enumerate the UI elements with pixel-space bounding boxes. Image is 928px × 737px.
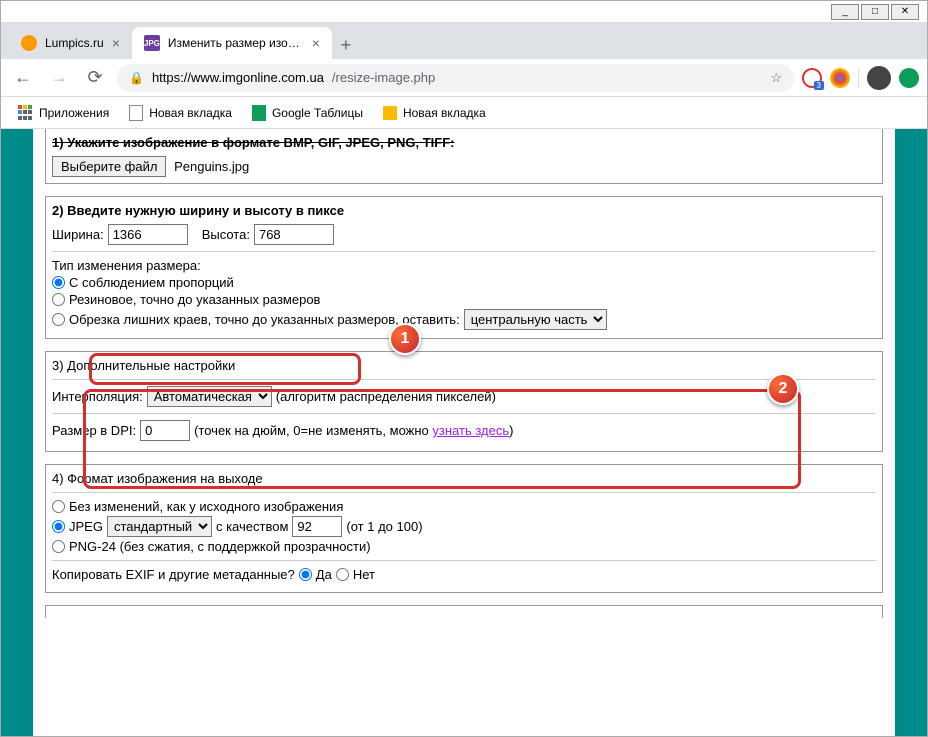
back-button[interactable]: ← [9,64,37,92]
new-tab-button[interactable]: + [332,31,360,59]
section-title: 3) Дополнительные настройки [52,358,876,373]
crop-position-select[interactable]: центральную часть [464,309,607,330]
dpi-hint: (точек на дюйм, 0=не изменять, можно узн… [194,423,513,438]
height-label: Высота: [202,227,250,242]
url-field[interactable]: 🔒 https://www.imgonline.com.ua/resize-im… [117,64,794,92]
section-file-upload: 1) Укажите изображение в формате BMP, GI… [45,129,883,184]
radio-label: Нет [353,567,375,582]
bookmark-item[interactable]: Новая вкладка [121,101,240,125]
tab-lumpics[interactable]: Lumpics.ru × [9,27,132,59]
extension-icon[interactable] [899,68,919,88]
tab-title: Изменить размер изображения [168,36,304,50]
forward-button[interactable]: → [45,64,73,92]
tab-title: Lumpics.ru [45,36,104,50]
chosen-file-name: Penguins.jpg [174,159,249,174]
bookmark-star-icon[interactable]: ☆ [770,70,782,86]
height-input[interactable] [254,224,334,245]
tab-bar: Lumpics.ru × JPG Изменить размер изображ… [1,23,927,59]
dpi-input[interactable] [140,420,190,441]
width-input[interactable] [108,224,188,245]
close-tab-icon[interactable]: × [312,35,320,51]
dpi-label: Размер в DPI: [52,423,136,438]
radio-label: Без изменений, как у исходного изображен… [69,499,343,514]
document-icon [129,105,143,121]
radio-jpeg[interactable] [52,520,65,533]
interpolation-label: Интерполяция: [52,389,143,404]
apps-grid-icon [17,105,33,121]
tab-imgonline[interactable]: JPG Изменить размер изображения × [132,27,332,59]
width-label: Ширина: [52,227,104,242]
resize-type-label: Тип изменения размера: [52,258,876,273]
radio-label: Да [316,567,332,582]
jpeg-quality-hint: (от 1 до 100) [346,519,422,534]
radio-crop[interactable] [52,313,65,326]
radio-label: JPEG [69,519,103,534]
radio-proportional[interactable] [52,276,65,289]
radio-rubber[interactable] [52,293,65,306]
radio-label: Резиновое, точно до указанных размеров [69,292,320,307]
address-bar: ← → ⟳ 🔒 https://www.imgonline.com.ua/res… [1,59,927,97]
jpeg-quality-label: с качеством [216,519,288,534]
page-border-left [1,129,33,736]
page-border-right [895,129,927,736]
window-controls: _ □ ✕ [1,1,927,23]
annotation-badge-2: 2 [767,373,799,405]
radio-exif-yes[interactable] [299,568,312,581]
radio-unchanged[interactable] [52,500,65,513]
minimize-button[interactable]: _ [831,4,859,20]
annotation-badge-1: 1 [389,323,421,355]
bookmarks-bar: Приложения Новая вкладка Google Таблицы … [1,97,927,129]
section-title: 1) Укажите изображение в формате BMP, GI… [52,135,876,150]
sheets-icon [252,105,266,121]
radio-label: С соблюдением пропорций [69,275,234,290]
section-output-format: 4) Формат изображения на выходе Без изме… [45,464,883,593]
reload-button[interactable]: ⟳ [81,64,109,92]
section-title: 2) Введите нужную ширину и высоту в пикс… [52,203,876,218]
page-icon [383,106,397,120]
jpeg-preset-select[interactable]: стандартный [107,516,212,537]
extension-icon[interactable] [830,68,850,88]
page-content: 1) Укажите изображение в формате BMP, GI… [33,129,895,736]
radio-png[interactable] [52,540,65,553]
radio-exif-no[interactable] [336,568,349,581]
radio-label: PNG-24 (без сжатия, с поддержкой прозрач… [69,539,371,554]
section-next [45,605,883,618]
exif-label: Копировать EXIF и другие метаданные? [52,567,295,582]
lumpics-favicon-icon [21,35,37,51]
dpi-help-link[interactable]: узнать здесь [432,423,509,438]
section-additional: 3) Дополнительные настройки Интерполяция… [45,351,883,452]
extension-icon[interactable] [802,68,822,88]
maximize-button[interactable]: □ [861,4,889,20]
url-path: /resize-image.php [332,70,435,85]
close-button[interactable]: ✕ [891,4,919,20]
interpolation-select[interactable]: Автоматическая [147,386,272,407]
lock-icon: 🔒 [129,71,144,85]
apps-shortcut[interactable]: Приложения [9,101,117,125]
profile-avatar[interactable] [867,66,891,90]
jpg-favicon-icon: JPG [144,35,160,51]
jpeg-quality-input[interactable] [292,516,342,537]
section-dimensions: 2) Введите нужную ширину и высоту в пикс… [45,196,883,339]
choose-file-button[interactable]: Выберите файл [52,156,166,177]
bookmark-item[interactable]: Google Таблицы [244,101,371,125]
section-title: 4) Формат изображения на выходе [52,471,876,486]
bookmark-item[interactable]: Новая вкладка [375,102,494,124]
url-host: https://www.imgonline.com.ua [152,70,324,85]
close-tab-icon[interactable]: × [112,35,120,51]
interpolation-hint: (алгоритм распределения пикселей) [276,389,496,404]
